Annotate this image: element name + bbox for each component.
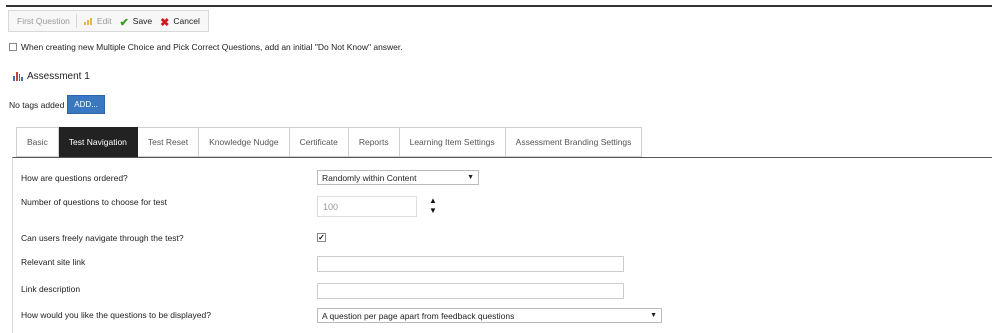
tab-basic[interactable]: Basic <box>16 127 59 157</box>
question-toolbar: First Question Edit ✔ Save ✖ Cancel <box>8 10 209 32</box>
question-count-control: 100 ▲ ▼ <box>317 196 447 220</box>
spinner-up-icon[interactable]: ▲ <box>429 196 437 206</box>
order-label: How are questions ordered? <box>21 173 128 183</box>
bar-chart-icon <box>13 72 23 81</box>
edit-label: Edit <box>96 16 112 26</box>
tags-row: No tags added ADD... <box>9 95 105 114</box>
link-description-input[interactable] <box>317 283 624 299</box>
tab-test-reset[interactable]: Test Reset <box>137 127 200 157</box>
navigate-label: Can users freely navigate through the te… <box>21 233 184 243</box>
tab-assessment-branding-settings[interactable]: Assessment Branding Settings <box>505 127 643 157</box>
display-mode-label: How would you like the questions to be d… <box>21 310 211 320</box>
question-count-input[interactable]: 100 <box>317 196 417 217</box>
do-not-know-checkbox[interactable] <box>9 43 17 51</box>
display-mode-select[interactable]: A question per page apart from feedback … <box>317 308 662 323</box>
assessment-title: Assessment 1 <box>27 71 90 82</box>
tab-knowledge-nudge[interactable]: Knowledge Nudge <box>199 127 290 157</box>
do-not-know-label: When creating new Multiple Choice and Pi… <box>21 42 403 52</box>
no-tags-text: No tags added <box>9 99 65 110</box>
question-count-label: Number of questions to choose for test <box>21 197 167 207</box>
order-select-value: Randomly within Content <box>322 172 417 183</box>
test-navigation-panel <box>12 157 992 333</box>
checkmark-icon: ✔ <box>119 17 129 29</box>
cancel-label: Cancel <box>173 16 200 26</box>
site-link-input[interactable] <box>317 256 624 272</box>
first-question-label: First Question <box>17 16 70 26</box>
tab-certificate[interactable]: Certificate <box>289 127 349 157</box>
spinner-down-icon[interactable]: ▼ <box>429 206 437 216</box>
cancel-button[interactable]: ✖ Cancel <box>156 11 204 31</box>
close-icon: ✖ <box>160 17 170 29</box>
order-select[interactable]: Randomly within Content ▼ <box>317 170 479 185</box>
dropdown-arrow-icon: ▼ <box>467 174 474 181</box>
top-divider <box>6 5 992 7</box>
add-tag-button[interactable]: ADD... <box>67 95 105 114</box>
dropdown-arrow-icon: ▼ <box>650 312 657 319</box>
link-description-label: Link description <box>21 284 81 294</box>
question-count-spinner[interactable]: ▲ ▼ <box>429 196 437 216</box>
edit-button[interactable]: Edit <box>79 11 116 31</box>
first-question-button[interactable]: First Question <box>13 11 74 31</box>
tab-learning-item-settings[interactable]: Learning Item Settings <box>399 127 506 157</box>
settings-tabs: Basic Test Navigation Test Reset Knowled… <box>16 127 643 157</box>
display-mode-value: A question per page apart from feedback … <box>322 310 515 321</box>
do-not-know-option: When creating new Multiple Choice and Pi… <box>9 42 403 52</box>
edit-icon <box>83 16 93 26</box>
save-button[interactable]: ✔ Save <box>116 11 157 31</box>
tab-test-navigation[interactable]: Test Navigation <box>58 127 138 157</box>
assessment-header: Assessment 1 <box>13 71 90 82</box>
site-link-label: Relevant site link <box>21 257 86 267</box>
toolbar-separator <box>75 14 77 28</box>
save-label: Save <box>132 16 153 26</box>
tab-reports[interactable]: Reports <box>348 127 400 157</box>
question-count-value: 100 <box>323 201 339 212</box>
navigate-checkbox[interactable]: ✓ <box>317 233 326 242</box>
